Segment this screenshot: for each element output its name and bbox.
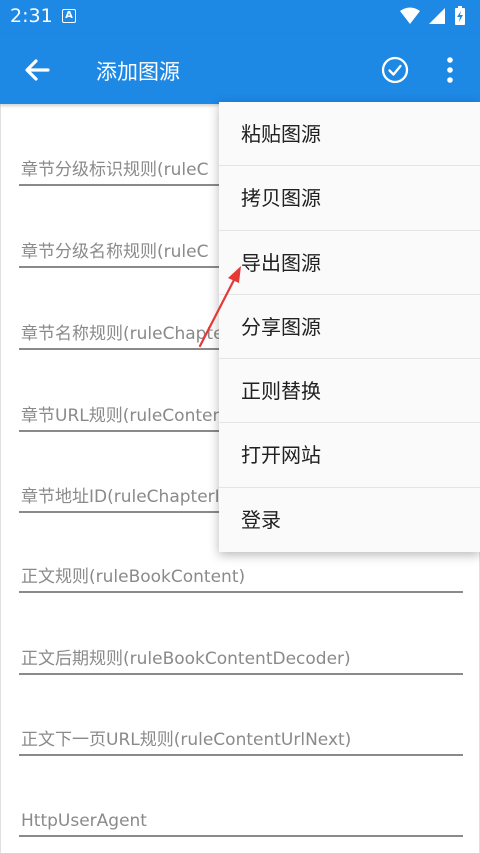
check-circle-icon	[381, 56, 409, 84]
status-icons	[400, 6, 466, 26]
field-placeholder: 正文后期规则(ruleBookContentDecoder)	[21, 649, 351, 669]
arrow-back-icon	[25, 59, 50, 81]
annotation-arrow-icon	[198, 266, 241, 348]
menu-item-open-website[interactable]: 打开网站	[219, 423, 480, 488]
app-bar: 添加图源	[0, 34, 480, 104]
menu-item-paste-source[interactable]: 粘贴图源	[219, 102, 480, 167]
field-placeholder: 章节URL规则(ruleConten	[21, 406, 224, 426]
status-bar: 2:31 A	[0, 0, 480, 34]
field-placeholder: 章节分级名称规则(ruleC	[21, 242, 209, 262]
back-button[interactable]	[22, 55, 52, 85]
rule-book-content-field[interactable]: 正文规则(ruleBookContent)	[19, 553, 463, 593]
menu-item-regex-replace[interactable]: 正则替换	[219, 359, 480, 424]
menu-item-copy-source[interactable]: 拷贝图源	[219, 166, 480, 231]
field-placeholder: HttpUserAgent	[21, 811, 147, 831]
save-button[interactable]	[380, 55, 410, 85]
notification-app-icon: A	[62, 9, 76, 23]
field-placeholder: 章节分级标识规则(ruleC	[21, 160, 209, 180]
rule-content-url-next-field[interactable]: 正文下一页URL规则(ruleContentUrlNext)	[19, 716, 463, 756]
more-options-button[interactable]	[440, 54, 460, 86]
more-vert-icon	[447, 57, 453, 83]
page-title: 添加图源	[96, 60, 180, 84]
field-placeholder: 正文下一页URL规则(ruleContentUrlNext)	[21, 730, 352, 750]
field-placeholder: 章节地址ID(ruleChapterI	[21, 487, 220, 507]
battery-icon	[455, 6, 465, 25]
wifi-icon	[400, 7, 420, 24]
rule-book-content-decoder-field[interactable]: 正文后期规则(ruleBookContentDecoder)	[19, 635, 463, 675]
field-placeholder: 正文规则(ruleBookContent)	[21, 567, 246, 587]
http-user-agent-field[interactable]: HttpUserAgent	[19, 797, 463, 837]
status-time: 2:31	[10, 5, 53, 27]
menu-item-login[interactable]: 登录	[219, 488, 480, 552]
signal-icon	[429, 8, 445, 24]
